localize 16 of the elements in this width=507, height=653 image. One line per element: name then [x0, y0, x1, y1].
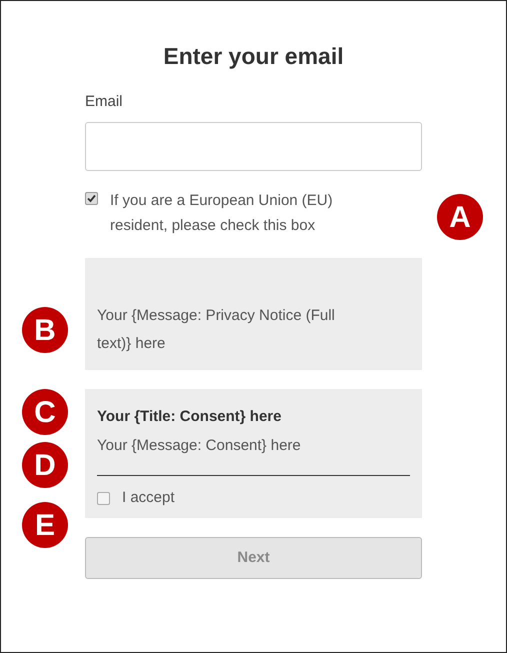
checkmark-icon: [87, 194, 96, 203]
callout-marker: B: [22, 307, 68, 353]
email-label: Email: [85, 92, 123, 112]
email-field[interactable]: [85, 122, 422, 171]
page-title: Enter your email: [162, 42, 345, 70]
consent-message: Your {Message: Consent} here: [97, 436, 301, 456]
callout-marker: A: [437, 194, 483, 240]
callout-marker: E: [22, 502, 68, 548]
callout-marker: C: [22, 389, 68, 435]
callout-marker: D: [22, 442, 68, 488]
checkbox[interactable]: [85, 192, 98, 205]
eu-resident-label: If you are a European Union (EU) resident, please check this box: [110, 191, 334, 236]
checkbox[interactable]: [97, 492, 110, 504]
accept-label: I accept: [122, 488, 175, 508]
consent-title: Your {Title: Consent} here: [97, 407, 282, 427]
privacy-notice-text: Your {Message: Privacy Notice (Full text)} here: [97, 306, 336, 354]
